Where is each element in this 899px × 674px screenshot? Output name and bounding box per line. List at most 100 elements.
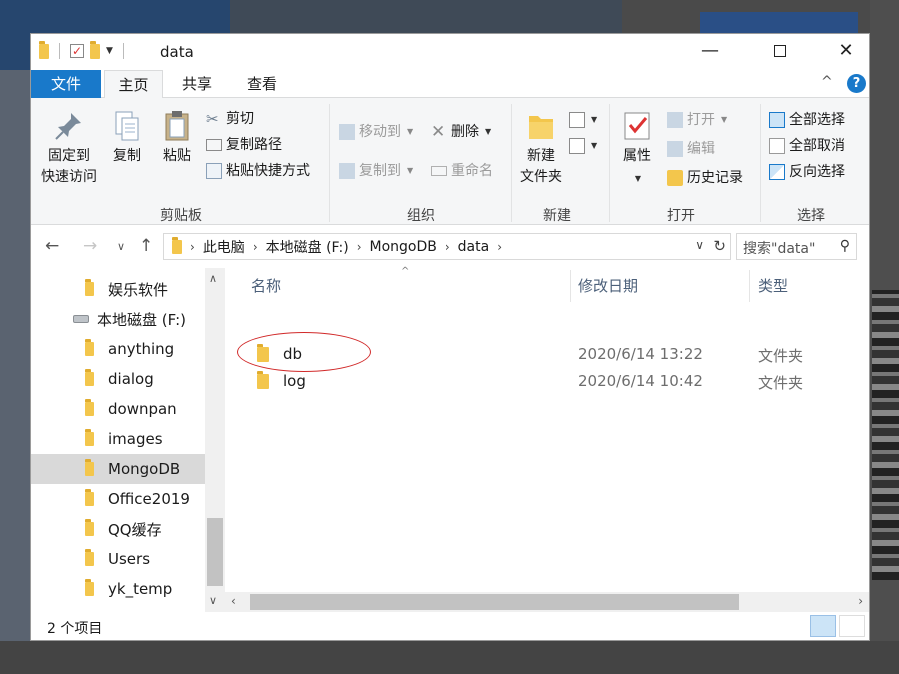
- refresh-icon[interactable]: ↻: [713, 237, 726, 255]
- scroll-up-icon[interactable]: ∧: [209, 272, 217, 285]
- nav-item-anything[interactable]: anything: [31, 334, 205, 364]
- pin-to-quick-access-button[interactable]: 固定到 快速访问: [39, 110, 99, 188]
- group-divider: [760, 104, 761, 222]
- tab-share[interactable]: 共享: [168, 70, 226, 98]
- nav-item-label: Office2019: [108, 490, 190, 508]
- nav-item-mongodb[interactable]: MongoDB: [31, 454, 205, 484]
- edit-button[interactable]: 编辑: [667, 139, 715, 159]
- easy-access-button[interactable]: ▼: [569, 136, 597, 156]
- nav-item-label: downpan: [108, 400, 177, 418]
- forward-arrow-icon[interactable]: →: [83, 236, 97, 256]
- ribbon: 固定到 快速访问 复制 粘贴 ✂ 剪切 复制路径 粘贴快捷方式 剪贴板 移动到 …: [31, 98, 869, 225]
- paste-button[interactable]: 粘贴: [157, 110, 197, 167]
- edit-label: 编辑: [687, 141, 715, 157]
- breadcrumb-data[interactable]: data: [458, 239, 490, 255]
- address-bar[interactable]: › 此电脑 › 本地磁盘 (F:) › MongoDB › data › ∨ ↻: [163, 233, 731, 260]
- paste-shortcut-button[interactable]: 粘贴快捷方式: [206, 161, 310, 181]
- address-history-chevron-down-icon[interactable]: ∨: [695, 238, 704, 252]
- move-to-button[interactable]: 移动到 ▼: [339, 122, 413, 142]
- delete-button[interactable]: ✕ 删除 ▼: [431, 122, 491, 142]
- toolbar-divider: [122, 43, 124, 59]
- tab-view[interactable]: 查看: [233, 70, 291, 98]
- select-none-button[interactable]: 全部取消: [769, 136, 845, 156]
- nav-item-label: images: [108, 430, 163, 448]
- nav-pane-scrollbar[interactable]: ∧ ∨: [205, 268, 225, 612]
- new-item-button[interactable]: ▼: [569, 110, 597, 130]
- organize-group-label: 组织: [407, 208, 435, 224]
- search-icon[interactable]: ⚲: [840, 238, 850, 254]
- paste-shortcut-icon: [206, 163, 222, 179]
- breadcrumb-chevron-icon[interactable]: ›: [497, 240, 502, 254]
- collapse-ribbon-icon[interactable]: ^: [821, 74, 833, 90]
- scroll-left-icon[interactable]: ‹: [231, 594, 236, 608]
- breadcrumb-chevron-icon[interactable]: ›: [445, 240, 450, 254]
- file-row[interactable]: log 2020/6/14 10:42 文件夹: [225, 369, 869, 395]
- select-none-icon: [769, 138, 785, 154]
- title-bar: ✓ ▼ data — ✕: [31, 34, 869, 70]
- nav-item-qq[interactable]: QQ缓存: [31, 514, 205, 544]
- new-folder-icon[interactable]: [90, 40, 100, 59]
- back-arrow-icon[interactable]: ←: [45, 236, 59, 256]
- new-item-icon: [569, 112, 585, 128]
- large-icons-view-icon[interactable]: [839, 615, 865, 637]
- nav-item-users[interactable]: Users: [31, 544, 205, 574]
- nav-item-dialog[interactable]: dialog: [31, 364, 205, 394]
- close-button[interactable]: ✕: [823, 34, 869, 70]
- tab-file[interactable]: 文件: [31, 70, 101, 98]
- nav-item-office2019[interactable]: Office2019: [31, 484, 205, 514]
- search-input[interactable]: 搜索"data" ⚲: [736, 233, 857, 260]
- help-icon[interactable]: ?: [847, 74, 866, 93]
- customize-toolbar-icon[interactable]: ▼: [106, 46, 113, 56]
- edit-icon: [667, 141, 683, 157]
- column-header-type[interactable]: 类型: [758, 268, 788, 304]
- pin-icon: [55, 113, 81, 140]
- breadcrumb-mongodb[interactable]: MongoDB: [370, 239, 437, 255]
- new-folder-button[interactable]: 新建 文件夹: [515, 110, 567, 188]
- ribbon-tabs: 文件 主页 共享 查看 ^ ?: [31, 70, 869, 99]
- select-all-button[interactable]: 全部选择: [769, 110, 845, 130]
- quick-access-toolbar: ✓ ▼: [39, 40, 128, 59]
- copy-to-button[interactable]: 复制到 ▼: [339, 161, 413, 181]
- open-button[interactable]: 打开 ▼: [667, 110, 727, 130]
- breadcrumb-chevron-icon[interactable]: ›: [190, 240, 195, 254]
- location-folder-icon: [172, 236, 182, 254]
- breadcrumb-this-pc[interactable]: 此电脑: [203, 237, 245, 257]
- copy-path-button[interactable]: 复制路径: [206, 135, 282, 155]
- properties-check-icon: [624, 112, 650, 140]
- invert-selection-button[interactable]: 反向选择: [769, 162, 845, 182]
- cut-button[interactable]: ✂ 剪切: [206, 109, 254, 129]
- nav-item-yk-temp[interactable]: yk_temp: [31, 574, 205, 604]
- scrollbar-thumb[interactable]: [250, 594, 739, 610]
- tab-home[interactable]: 主页: [104, 70, 163, 99]
- minimize-button[interactable]: —: [687, 34, 733, 70]
- breadcrumb-chevron-icon[interactable]: ›: [357, 240, 362, 254]
- nav-item-images[interactable]: images: [31, 424, 205, 454]
- column-header-date[interactable]: 修改日期: [578, 268, 638, 304]
- scrollbar-thumb[interactable]: [207, 518, 223, 586]
- recent-locations-chevron-down-icon[interactable]: ∨: [117, 240, 125, 253]
- nav-item-label: 娱乐软件: [108, 280, 169, 299]
- scroll-right-icon[interactable]: ›: [858, 594, 863, 608]
- properties-check-icon[interactable]: ✓: [70, 44, 84, 58]
- nav-item-f[interactable]: 本地磁盘 (F:): [31, 304, 205, 334]
- copy-button[interactable]: 复制: [107, 110, 147, 167]
- nav-item-downpan[interactable]: downpan: [31, 394, 205, 424]
- folder-icon: [85, 369, 94, 386]
- properties-button[interactable]: 属性 ▼: [617, 110, 657, 189]
- maximize-button[interactable]: [757, 34, 803, 70]
- scroll-down-icon[interactable]: ∨: [209, 594, 217, 607]
- copy-to-icon: [339, 163, 355, 179]
- details-view-icon[interactable]: [810, 615, 836, 637]
- up-arrow-icon[interactable]: ↑: [139, 236, 153, 256]
- background-bottom-strip: [0, 641, 899, 674]
- group-divider: [511, 104, 512, 222]
- history-button[interactable]: 历史记录: [667, 168, 743, 188]
- file-list-scrollbar[interactable]: ‹ ›: [225, 592, 869, 612]
- rename-button[interactable]: 重命名: [431, 161, 493, 181]
- nav-item-[interactable]: 娱乐软件: [31, 274, 205, 304]
- breadcrumb-drive-f[interactable]: 本地磁盘 (F:): [266, 237, 349, 257]
- breadcrumb-chevron-icon[interactable]: ›: [253, 240, 258, 254]
- column-header-name[interactable]: 名称: [251, 268, 281, 304]
- column-divider[interactable]: [570, 270, 571, 302]
- column-divider[interactable]: [749, 270, 750, 302]
